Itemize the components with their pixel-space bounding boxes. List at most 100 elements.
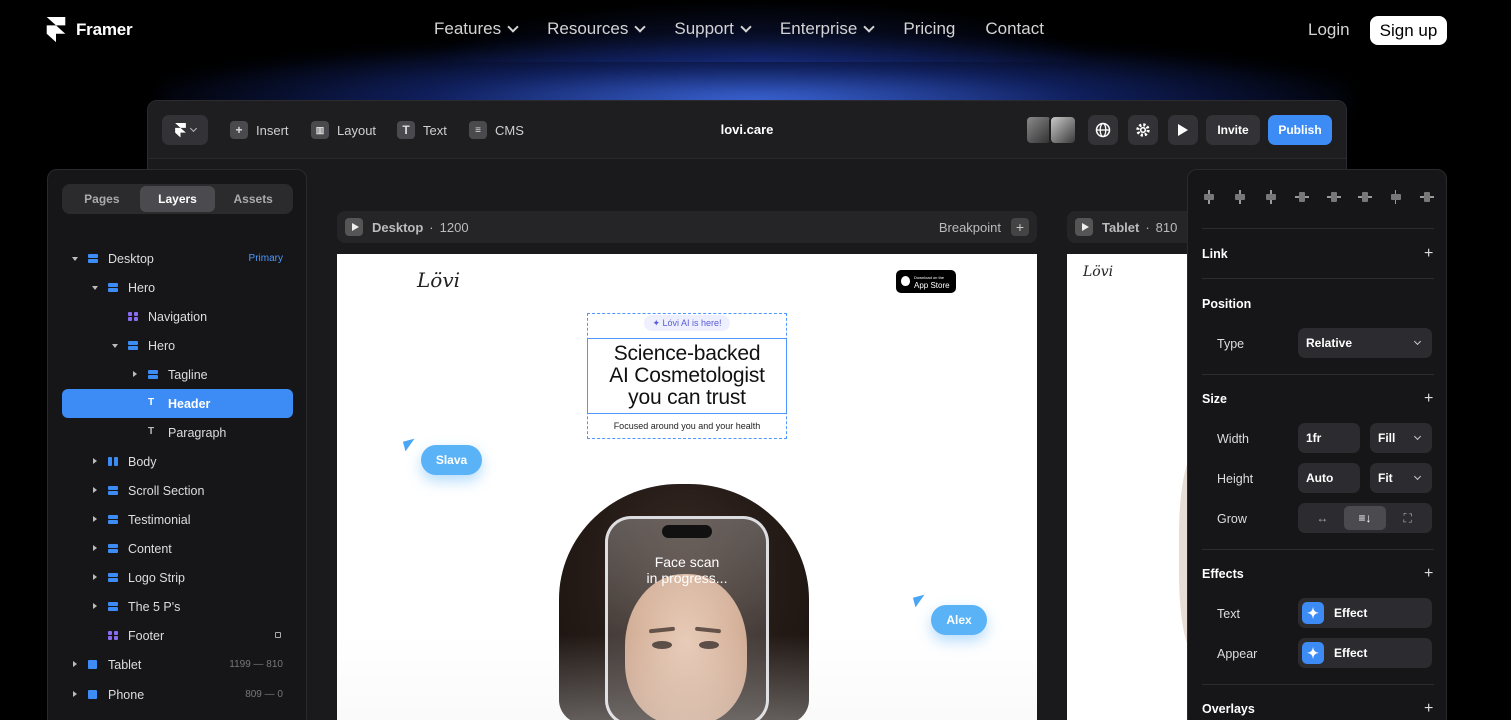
ai-badge[interactable]: ✦ Lóvi AI is here! [644, 315, 730, 331]
distribute-vertical-icon[interactable] [1419, 190, 1434, 204]
tablet-page-preview[interactable]: Lövi [1067, 254, 1197, 720]
caret-right-icon[interactable] [73, 661, 77, 667]
align-left-icon[interactable] [1202, 190, 1216, 204]
stack-icon [108, 515, 118, 524]
menu-item-features[interactable]: Features [434, 19, 519, 39]
caret-right-icon[interactable] [93, 458, 97, 464]
width-mode-select[interactable]: Fill [1370, 423, 1432, 453]
layer-scroll-section[interactable]: Scroll Section [62, 476, 293, 505]
caret-right-icon[interactable] [93, 516, 97, 522]
scan-line-2: in progress... [646, 570, 728, 586]
text-effect-button[interactable]: ✦ Effect [1298, 598, 1432, 628]
desktop-frame-bar[interactable]: Desktop · 1200 Breakpoint + [337, 211, 1037, 243]
caret-right-icon[interactable] [93, 545, 97, 551]
framer-logo[interactable]: Framer [46, 17, 133, 43]
tab-layers[interactable]: Layers [139, 186, 216, 212]
align-right-icon[interactable] [1264, 190, 1278, 204]
collaborator-avatars[interactable] [1025, 115, 1079, 145]
globe-button[interactable] [1088, 115, 1118, 145]
layer-tablet[interactable]: Tablet 1199 — 810 [62, 650, 293, 679]
layer-label: Body [128, 454, 157, 469]
menu-item-support[interactable]: Support [674, 19, 752, 39]
layer-hero-inner[interactable]: Hero [62, 331, 293, 360]
height-input[interactable]: Auto [1298, 463, 1360, 493]
headline-line: Science-backed [613, 342, 761, 365]
menu-item-resources[interactable]: Resources [547, 19, 647, 39]
play-icon[interactable] [345, 218, 363, 236]
menu-item-contact[interactable]: Contact [985, 19, 1044, 39]
width-input[interactable]: 1fr [1298, 423, 1360, 453]
store-big-text: App Store [914, 280, 950, 290]
caret-right-icon[interactable] [93, 603, 97, 609]
grow-both-icon[interactable]: ⛶ [1386, 506, 1429, 530]
layer-hero[interactable]: Hero [62, 273, 293, 302]
layer-the-5-ps[interactable]: The 5 P's [62, 592, 293, 621]
layer-body[interactable]: Body [62, 447, 293, 476]
grow-vertical-icon[interactable]: ≡↓ [1343, 506, 1387, 530]
layer-navigation[interactable]: Navigation [62, 302, 293, 331]
headline-line: you can trust [628, 386, 746, 409]
layer-logo-strip[interactable]: Logo Strip [62, 563, 293, 592]
caret-right-icon[interactable] [73, 691, 77, 697]
add-breakpoint-button[interactable]: + [1011, 218, 1029, 236]
login-link[interactable]: Login [1308, 20, 1350, 40]
align-bottom-icon[interactable] [1357, 190, 1372, 204]
align-center-v-icon[interactable] [1326, 190, 1341, 204]
app-store-badge[interactable]: Download on the App Store [896, 270, 956, 293]
layer-content[interactable]: Content [62, 534, 293, 563]
layer-header[interactable]: T Header [62, 389, 293, 418]
layer-label: The 5 P's [128, 599, 181, 614]
cursor-label-slava: Slava [421, 445, 482, 475]
layer-label: Hero [128, 280, 156, 295]
layer-phone[interactable]: Phone 809 — 0 [62, 680, 293, 709]
tab-assets[interactable]: Assets [215, 186, 291, 212]
lock-icon[interactable] [275, 632, 281, 638]
publish-button[interactable]: Publish [1268, 115, 1332, 145]
tablet-frame-bar[interactable]: Tablet · 810 [1067, 211, 1207, 243]
desktop-page-preview[interactable]: Lövi Download on the App Store Face scan… [337, 254, 1037, 720]
menu-label: Pricing [903, 19, 956, 38]
preview-button[interactable] [1168, 115, 1198, 145]
layer-label: Footer [128, 628, 165, 643]
play-icon[interactable] [1075, 218, 1093, 236]
caret-right-icon[interactable] [93, 574, 97, 580]
caret-down-icon[interactable] [92, 286, 98, 290]
hero-headline: Science-backed AI Cosmetologist you can … [587, 343, 787, 409]
caret-right-icon[interactable] [133, 371, 137, 377]
layer-testimonial[interactable]: Testimonial [62, 505, 293, 534]
add-effect-icon[interactable]: + [1424, 566, 1433, 582]
layer-tagline[interactable]: Tagline [62, 360, 293, 389]
left-panel: Pages Layers Assets Desktop Primary Hero… [47, 169, 307, 720]
menu-label: Contact [985, 19, 1044, 38]
align-center-h-icon[interactable] [1233, 190, 1247, 204]
height-mode-select[interactable]: Fit [1370, 463, 1432, 493]
caret-down-icon[interactable] [72, 257, 78, 261]
component-icon [108, 631, 118, 640]
position-type-select[interactable]: Relative [1298, 328, 1432, 358]
layer-label: Hero [148, 338, 176, 353]
appear-effect-button[interactable]: ✦ Effect [1298, 638, 1432, 668]
layer-label: Tagline [168, 367, 208, 382]
caret-down-icon[interactable] [112, 344, 118, 348]
tab-pages[interactable]: Pages [64, 186, 140, 212]
settings-button[interactable] [1128, 115, 1158, 145]
grow-horizontal-icon[interactable]: ↔ [1301, 506, 1344, 530]
distribute-horizontal-icon[interactable] [1389, 190, 1403, 204]
caret-right-icon[interactable] [93, 487, 97, 493]
menu-label: Enterprise [779, 19, 858, 38]
frame-width: 810 [1155, 219, 1178, 235]
layer-desktop[interactable]: Desktop Primary [62, 244, 293, 273]
menu-item-enterprise[interactable]: Enterprise [779, 19, 876, 39]
text-icon: T [148, 397, 155, 408]
layer-footer[interactable]: Footer [62, 621, 293, 650]
primary-badge: Primary [248, 253, 283, 264]
align-top-icon[interactable] [1295, 190, 1310, 204]
add-overlay-icon[interactable]: + [1424, 701, 1433, 717]
invite-button[interactable]: Invite [1206, 115, 1260, 145]
signup-button[interactable]: Sign up [1370, 16, 1447, 45]
overlays-section-title: Overlays [1202, 702, 1255, 716]
add-size-icon[interactable]: + [1424, 391, 1433, 407]
layer-paragraph[interactable]: T Paragraph [62, 418, 293, 447]
add-link-icon[interactable]: + [1424, 246, 1433, 262]
menu-item-pricing[interactable]: Pricing [903, 19, 955, 39]
